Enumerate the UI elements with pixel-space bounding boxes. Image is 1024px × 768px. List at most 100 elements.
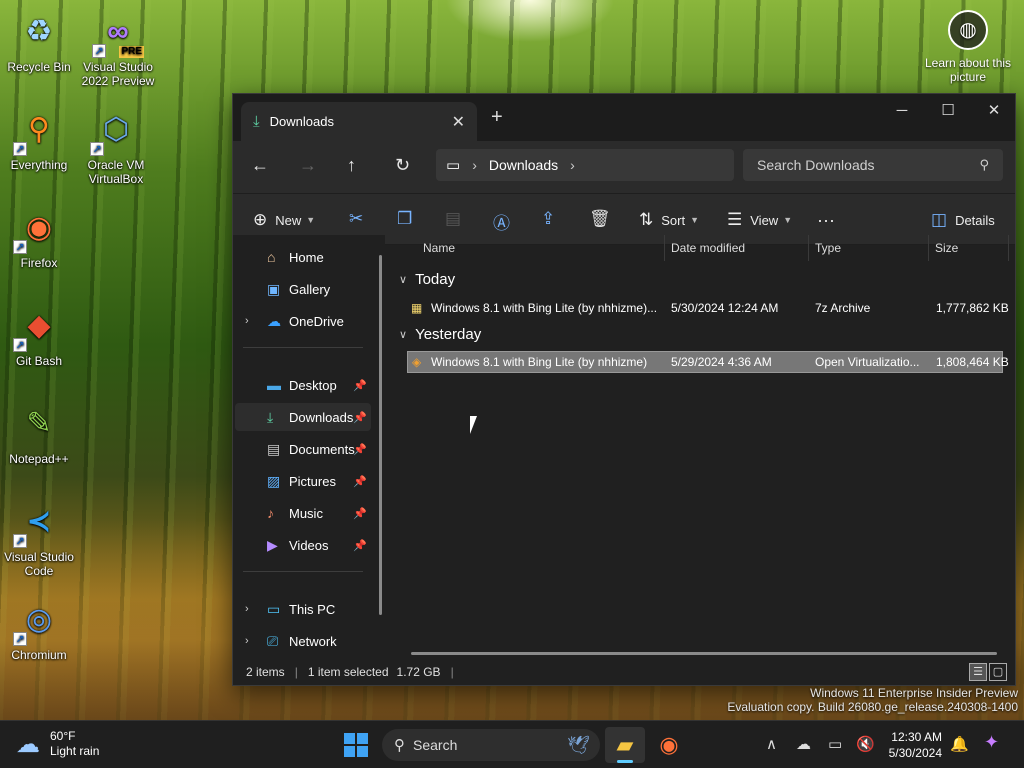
copy-icon[interactable]: ❐	[397, 209, 412, 229]
address-bar[interactable]: ▭ › Downloads ›	[436, 149, 734, 181]
desktop-icon-label: Visual Studio 2022 Preview	[81, 60, 155, 88]
notification-bell-icon[interactable]: 🔔	[950, 735, 969, 753]
chevron-right-icon[interactable]: ›	[245, 603, 249, 615]
rename-icon[interactable]: Ⓐ	[493, 209, 510, 234]
table-row[interactable]: ▦ Windows 8.1 with Bing Lite (by nhhizme…	[407, 297, 1009, 319]
nav-item-pictures[interactable]: ▨ Pictures 📌	[235, 467, 371, 495]
column-header-size[interactable]: Size	[929, 235, 1009, 261]
new-tab-button[interactable]: +	[491, 106, 503, 129]
copilot-icon[interactable]: ✦	[984, 732, 999, 753]
search-input[interactable]: Search Downloads ⚲	[743, 149, 1003, 181]
taskbar-firefox[interactable]: ◉	[649, 727, 689, 763]
refresh-button[interactable]: ↻	[395, 155, 410, 176]
selected-count: 1 item selected	[307, 665, 389, 679]
sort-button[interactable]: ⇅ Sort ▼	[639, 210, 699, 230]
search-icon: ⚲	[979, 157, 989, 172]
nav-item-this-pc[interactable]: › ▭ This PC	[235, 595, 371, 623]
home-icon: ⌂	[267, 249, 276, 265]
desktop-icon-firefox[interactable]: ◉ ↗ Firefox	[0, 204, 81, 270]
details-button[interactable]: ◫ Details	[931, 210, 995, 230]
desktop-icon-virtualbox[interactable]: ⬡ ↗ Oracle VM VirtualBox	[74, 106, 158, 187]
onedrive-offline-icon[interactable]: ☁	[796, 735, 811, 753]
volume-muted-icon[interactable]: 🔇	[856, 735, 875, 753]
file-size: 1,777,862 KB	[936, 301, 1009, 315]
desktop-icon-everything[interactable]: ⚲ ↗ Everything	[0, 106, 81, 173]
evaluation-watermark: Windows 11 Enterprise Insider Preview Ev…	[727, 686, 1018, 714]
firefox-icon: ◉	[659, 732, 679, 757]
pin-icon: 📌	[353, 443, 367, 456]
taskbar-search[interactable]: ⚲ Search 🕊	[382, 729, 600, 761]
desktop-icon-chromium[interactable]: ◎ ↗ Chromium	[0, 596, 81, 663]
taskbar-file-explorer[interactable]: ▰	[605, 727, 645, 763]
back-button[interactable]: ←	[251, 155, 269, 176]
details-view-icon[interactable]: ☰	[969, 663, 987, 681]
new-button[interactable]: ⊕ New ▼	[253, 210, 315, 230]
minimize-button[interactable]: ─	[879, 94, 925, 126]
mouse-cursor	[470, 416, 484, 434]
desktop-icon-label: Git Bash	[15, 354, 63, 368]
nav-item-network[interactable]: › ⎚ Network	[235, 627, 371, 655]
nav-item-videos[interactable]: ▶ Videos 📌	[235, 531, 371, 559]
plus-circle-icon: ⊕	[253, 210, 268, 229]
close-tab-icon[interactable]: ✕	[452, 112, 465, 132]
breadcrumb-downloads[interactable]: Downloads	[489, 157, 558, 173]
column-header-date[interactable]: Date modified	[665, 235, 809, 261]
nav-item-downloads[interactable]: ⤓ Downloads 📌	[235, 403, 371, 431]
nav-item-music[interactable]: ♪ Music 📌	[235, 499, 371, 527]
weather-widget[interactable]: ☁ 60°F Light rain	[16, 729, 99, 759]
delete-icon[interactable]: 🗑	[589, 209, 611, 229]
cut-icon[interactable]: ✂	[349, 209, 363, 229]
desktop-icon-git-bash[interactable]: ◆ ↗ Git Bash	[0, 302, 81, 368]
up-button[interactable]: ↑	[347, 155, 356, 176]
desktop-icon-notepad-plus-plus[interactable]: ✎ Notepad++	[0, 400, 81, 467]
group-label: Yesterday	[415, 326, 482, 343]
nav-scrollbar[interactable]	[379, 255, 382, 615]
group-header-yesterday[interactable]: ∨ Yesterday	[399, 326, 481, 343]
column-header-name[interactable]: Name	[417, 235, 665, 261]
nav-item-home[interactable]: ⌂ Home	[235, 243, 371, 271]
more-options-button[interactable]: ···	[817, 210, 835, 231]
clock[interactable]: 12:30 AM 5/30/2024	[880, 729, 942, 761]
chevron-right-icon[interactable]: ›	[245, 635, 249, 647]
clock-date: 5/30/2024	[888, 746, 942, 760]
chevron-right-icon[interactable]: ›	[570, 157, 575, 173]
column-label: Name	[423, 241, 456, 255]
tiles-view-icon[interactable]: ▢	[989, 663, 1007, 681]
column-header-type[interactable]: Type	[809, 235, 929, 261]
desktop-icon-vscode[interactable]: ≺ ↗ Visual Studio Code	[0, 498, 81, 579]
file-type: Open Virtualizatio...	[815, 355, 920, 369]
view-button[interactable]: ☰ View ▼	[727, 210, 792, 230]
paste-icon[interactable]: ▤	[445, 209, 461, 229]
nav-item-documents[interactable]: ▤ Documents 📌	[235, 435, 371, 463]
file-date: 5/29/2024 4:36 AM	[671, 355, 772, 369]
file-size: 1,808,464 KB	[936, 355, 1009, 369]
archive-icon: ▦	[411, 301, 423, 315]
desktop-icon-recycle-bin[interactable]: ♻ Recycle Bin	[0, 8, 81, 75]
start-button[interactable]	[344, 733, 368, 757]
desktop-icon-label: Oracle VM VirtualBox	[87, 158, 145, 186]
group-header-today[interactable]: ∨ Today	[399, 271, 455, 288]
folder-icon: ▰	[616, 732, 634, 757]
tab-downloads[interactable]: ⤓ Downloads ✕	[241, 102, 477, 141]
file-name: Windows 8.1 with Bing Lite (by nhhizme)	[431, 355, 648, 369]
desktop-icon-visual-studio[interactable]: ∞ ↗ PRE Visual Studio 2022 Preview	[76, 8, 160, 89]
shortcut-arrow-icon: ↗	[13, 632, 27, 646]
close-window-button[interactable]: ✕	[971, 94, 1015, 126]
tab-title: Downloads	[269, 114, 334, 129]
learn-about-picture[interactable]: ◍ Learn about this picture	[918, 10, 1018, 84]
forward-button[interactable]: →	[299, 155, 317, 176]
maximize-button[interactable]: ☐	[925, 94, 971, 126]
nav-item-desktop[interactable]: ▬ Desktop 📌	[235, 371, 371, 399]
table-row[interactable]: ◈ Windows 8.1 with Bing Lite (by nhhizme…	[407, 351, 1009, 373]
nav-label: Downloads	[289, 409, 354, 425]
nav-item-onedrive[interactable]: › ☁ OneDrive	[235, 307, 371, 335]
horizontal-scrollbar[interactable]	[411, 652, 997, 655]
network-icon[interactable]: ▭	[828, 735, 842, 753]
notepad-plus-plus-icon: ✎	[26, 407, 52, 440]
show-hidden-icons-chevron-up-icon[interactable]: ∧	[766, 735, 777, 753]
pin-icon: 📌	[353, 475, 367, 488]
nav-item-gallery[interactable]: ▣ Gallery	[235, 275, 371, 303]
video-icon: ▶	[267, 536, 278, 553]
share-icon[interactable]: ⇪	[541, 209, 555, 229]
chevron-right-icon[interactable]: ›	[245, 315, 249, 327]
